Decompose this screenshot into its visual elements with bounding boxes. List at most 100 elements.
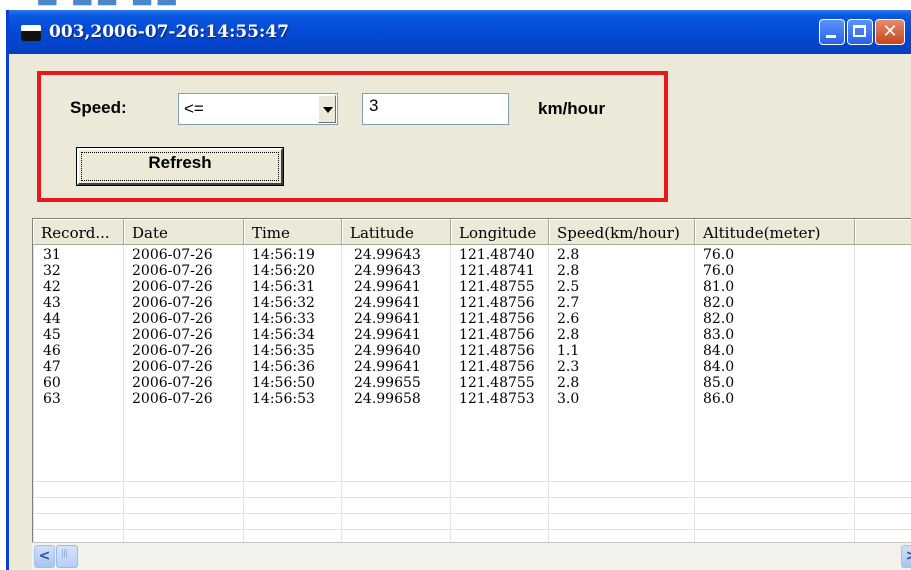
column-gridline <box>123 219 124 543</box>
cell-altitude: 82.0 <box>703 295 735 311</box>
cell-time: 14:56:35 <box>252 343 315 359</box>
cell-latitude: 24.99643 <box>354 247 421 263</box>
cell-record: 44 <box>43 311 61 327</box>
cell-latitude: 24.99655 <box>354 375 421 391</box>
cell-latitude: 24.99641 <box>354 279 421 295</box>
cell-altitude: 86.0 <box>703 391 735 407</box>
column-header-filler <box>855 219 911 245</box>
cell-latitude: 24.99658 <box>354 391 421 407</box>
cell-altitude: 84.0 <box>703 343 735 359</box>
column-header-time[interactable]: Time <box>244 219 342 245</box>
close-icon: ✕ <box>882 21 898 42</box>
cell-speed: 2.6 <box>557 311 580 327</box>
empty-row-line <box>33 529 911 530</box>
cell-time: 14:56:31 <box>252 279 315 295</box>
column-header-speed[interactable]: Speed(km/hour) <box>549 219 695 245</box>
cell-speed: 2.8 <box>557 327 580 343</box>
cell-speed: 2.5 <box>557 279 580 295</box>
maximize-icon <box>853 25 866 37</box>
cell-longitude: 121.48756 <box>459 311 535 327</box>
table-header: Record... Date Time Latitude Longitude Speed(… <box>33 219 911 246</box>
minimize-button[interactable] <box>819 19 845 45</box>
cell-record: 46 <box>43 343 61 359</box>
column-header-record[interactable]: Record... <box>33 219 124 245</box>
cell-altitude: 76.0 <box>703 263 735 279</box>
scrollbar-thumb[interactable] <box>56 545 78 568</box>
cell-time: 14:56:33 <box>252 311 315 327</box>
cell-speed: 1.1 <box>557 343 580 359</box>
cell-altitude: 85.0 <box>703 375 735 391</box>
chevron-down-icon[interactable] <box>318 95 336 123</box>
cell-time: 14:56:20 <box>252 263 315 279</box>
speed-operator-select[interactable]: <= <box>178 93 338 125</box>
cell-time: 14:56:32 <box>252 295 315 311</box>
horizontal-scrollbar[interactable]: < > <box>32 542 911 570</box>
cell-time: 14:56:50 <box>252 375 315 391</box>
cell-date: 2006-07-26 <box>132 295 213 311</box>
cell-time: 14:56:34 <box>252 327 315 343</box>
cell-speed: 2.8 <box>557 247 580 263</box>
cell-longitude: 121.48756 <box>459 359 535 375</box>
cell-date: 2006-07-26 <box>132 391 213 407</box>
cell-altitude: 81.0 <box>703 279 735 295</box>
speed-label: Speed: <box>70 98 127 117</box>
column-header-longitude[interactable]: Longitude <box>451 219 549 245</box>
column-header-latitude[interactable]: Latitude <box>342 219 451 245</box>
column-gridline <box>548 219 549 543</box>
cell-longitude: 121.48756 <box>459 295 535 311</box>
cell-record: 42 <box>43 279 61 295</box>
cell-date: 2006-07-26 <box>132 327 213 343</box>
empty-row-line <box>33 497 911 498</box>
cell-date: 2006-07-26 <box>132 375 213 391</box>
column-gridline <box>243 219 244 543</box>
cell-longitude: 121.48755 <box>459 279 535 295</box>
column-header-altitude[interactable]: Altitude(meter) <box>695 219 855 245</box>
cell-record: 43 <box>43 295 61 311</box>
title-bar[interactable]: 003,2006-07-26:14:55:47 ✕ <box>9 10 911 54</box>
cell-date: 2006-07-26 <box>132 311 213 327</box>
maximize-button[interactable] <box>847 19 873 45</box>
arrow-left-icon[interactable]: < <box>34 545 55 568</box>
cell-speed: 2.8 <box>557 375 580 391</box>
minimize-icon <box>826 35 836 38</box>
arrow-right-icon[interactable]: > <box>901 545 911 568</box>
cell-longitude: 121.48755 <box>459 375 535 391</box>
cell-record: 47 <box>43 359 61 375</box>
cell-latitude: 24.99641 <box>354 359 421 375</box>
cell-altitude: 84.0 <box>703 359 735 375</box>
records-table[interactable]: Record... Date Time Latitude Longitude Speed(… <box>32 218 911 543</box>
window-title: 003,2006-07-26:14:55:47 <box>49 22 289 42</box>
cell-latitude: 24.99641 <box>354 295 421 311</box>
cell-longitude: 121.48756 <box>459 327 535 343</box>
cell-longitude: 121.48756 <box>459 343 535 359</box>
cell-speed: 2.8 <box>557 263 580 279</box>
speed-value-input[interactable]: 3 <box>362 93 509 125</box>
cell-time: 14:56:36 <box>252 359 315 375</box>
speed-filter-panel: Speed: <= 3 km/hour Refresh <box>37 71 668 202</box>
column-gridline <box>854 219 855 543</box>
cell-date: 2006-07-26 <box>132 359 213 375</box>
cell-latitude: 24.99641 <box>354 327 421 343</box>
window-app-icon <box>21 25 41 41</box>
cell-latitude: 24.99640 <box>354 343 421 359</box>
column-gridline <box>450 219 451 543</box>
cell-record: 32 <box>43 263 61 279</box>
cell-date: 2006-07-26 <box>132 279 213 295</box>
cell-record: 63 <box>43 391 61 407</box>
cell-altitude: 76.0 <box>703 247 735 263</box>
cell-altitude: 83.0 <box>703 327 735 343</box>
column-gridline <box>341 219 342 543</box>
speed-unit-label: km/hour <box>538 99 606 118</box>
cell-time: 14:56:53 <box>252 391 315 407</box>
close-button[interactable]: ✕ <box>875 19 905 45</box>
cell-speed: 3.0 <box>557 391 580 407</box>
cell-latitude: 24.99643 <box>354 263 421 279</box>
empty-row-line <box>33 481 911 482</box>
app-window: 003,2006-07-26:14:55:47 ✕ Speed: <= 3 km… <box>6 10 911 570</box>
column-header-date[interactable]: Date <box>124 219 244 245</box>
cell-speed: 2.7 <box>557 295 580 311</box>
cell-date: 2006-07-26 <box>132 247 213 263</box>
refresh-button[interactable]: Refresh <box>77 148 283 185</box>
cell-longitude: 121.48753 <box>459 391 535 407</box>
cell-longitude: 121.48741 <box>459 263 535 279</box>
